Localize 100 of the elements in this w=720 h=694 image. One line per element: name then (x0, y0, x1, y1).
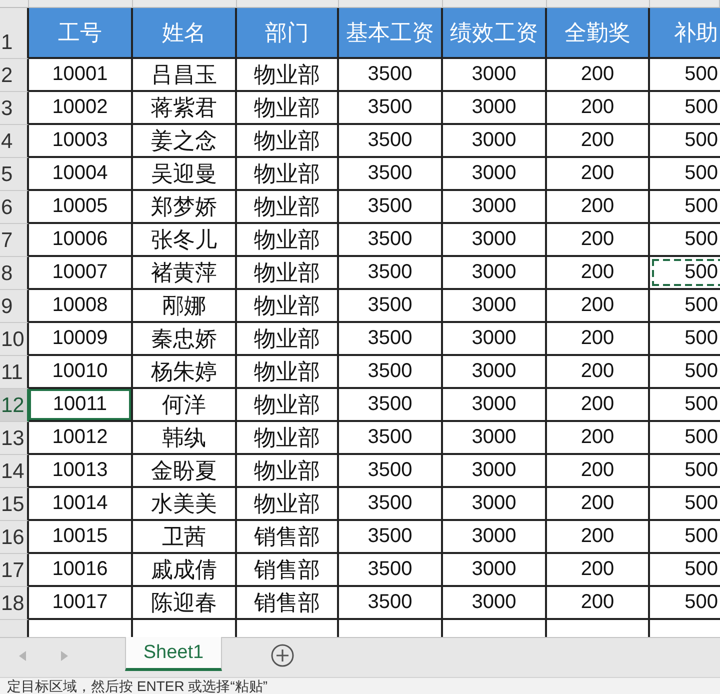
column-header: 姓名 (133, 8, 237, 59)
table-cell: 10004 (29, 158, 133, 191)
table-cell: 物业部 (237, 389, 339, 422)
table-cell: 10007 (29, 257, 133, 290)
table-cell: 500 (650, 257, 720, 290)
row-number: 12 (0, 389, 29, 422)
table-cell: 10010 (29, 356, 133, 389)
table-cell: 200 (547, 323, 650, 356)
table-cell: 蒋紫君 (133, 92, 237, 125)
row-number: 1 (0, 8, 29, 59)
table-cell: 物业部 (237, 158, 339, 191)
table-cell: 200 (547, 356, 650, 389)
table-cell: 3500 (339, 323, 443, 356)
table-cell: 吕昌玉 (133, 59, 237, 92)
table-cell: 10014 (29, 488, 133, 521)
table-cell: 物业部 (237, 323, 339, 356)
row-number: 15 (0, 488, 29, 521)
table-cell: 物业部 (237, 257, 339, 290)
table-cell: 邴娜 (133, 290, 237, 323)
table-cell: 3000 (443, 59, 547, 92)
table-cell: 3000 (443, 191, 547, 224)
table-cell: 3500 (339, 488, 443, 521)
table-cell: 3500 (339, 257, 443, 290)
table-cell: 200 (547, 257, 650, 290)
table-cell: 3000 (443, 554, 547, 587)
row-number: 13 (0, 422, 29, 455)
table-cell: 郑梦娇 (133, 191, 237, 224)
table-cell: 3000 (443, 224, 547, 257)
table-cell: 姜之念 (133, 125, 237, 158)
scroll-left-icon[interactable] (19, 651, 27, 661)
row-number: 7 (0, 224, 29, 257)
table-cell: 卫茜 (133, 521, 237, 554)
table-cell: 吴迎曼 (133, 158, 237, 191)
table-cell: 3000 (443, 587, 547, 620)
table-cell: 10009 (29, 323, 133, 356)
table-cell: 秦忠娇 (133, 323, 237, 356)
table-cell: 3500 (339, 92, 443, 125)
table-cell: 3000 (443, 488, 547, 521)
table-cell: 3500 (339, 554, 443, 587)
table-cell: 韩纨 (133, 422, 237, 455)
table-cell: 3500 (339, 191, 443, 224)
table-cell: 3000 (443, 455, 547, 488)
table-cell: 销售部 (237, 521, 339, 554)
column-header: 工号 (29, 8, 133, 59)
table-cell: 物业部 (237, 356, 339, 389)
table-cell: 200 (547, 422, 650, 455)
table-cell: 10011 (29, 389, 133, 422)
table-cell: 200 (547, 125, 650, 158)
table-cell: 10002 (29, 92, 133, 125)
table-cell: 3000 (443, 92, 547, 125)
table-cell: 3500 (339, 587, 443, 620)
table-cell: 褚黄萍 (133, 257, 237, 290)
table-cell: 3500 (339, 59, 443, 92)
table-cell: 10001 (29, 59, 133, 92)
row-number: 11 (0, 356, 29, 389)
table-cell: 3000 (443, 323, 547, 356)
table-cell: 3000 (443, 290, 547, 323)
table-cell: 200 (547, 59, 650, 92)
row-number: 3 (0, 92, 29, 125)
table-cell: 3000 (443, 389, 547, 422)
table-cell: 3500 (339, 422, 443, 455)
row-number: 2 (0, 59, 29, 92)
table-cell: 水美美 (133, 488, 237, 521)
table-cell: 销售部 (237, 554, 339, 587)
column-header: 基本工资 (339, 8, 443, 59)
table-cell: 10005 (29, 191, 133, 224)
row-number: 18 (0, 587, 29, 620)
table-cell: 200 (547, 158, 650, 191)
table-cell: 物业部 (237, 59, 339, 92)
table-cell: 物业部 (237, 290, 339, 323)
column-header: 绩效工资 (443, 8, 547, 59)
table-cell: 200 (547, 224, 650, 257)
column-header: 部门 (237, 8, 339, 59)
sheet-tab[interactable]: Sheet1 (125, 637, 222, 671)
table-cell: 200 (547, 290, 650, 323)
table-cell: 200 (547, 488, 650, 521)
table-cell: 物业部 (237, 92, 339, 125)
table-cell: 200 (547, 554, 650, 587)
table-cell: 200 (547, 389, 650, 422)
add-icon[interactable] (271, 644, 294, 667)
column-header: 补助 (650, 8, 720, 59)
table-cell: 10013 (29, 455, 133, 488)
table-cell: 物业部 (237, 422, 339, 455)
table-cell: 物业部 (237, 191, 339, 224)
table-cell: 物业部 (237, 455, 339, 488)
table-cell: 3500 (339, 125, 443, 158)
table-cell: 3000 (443, 422, 547, 455)
table-cell: 200 (547, 92, 650, 125)
row-number: 14 (0, 455, 29, 488)
table-cell: 200 (547, 191, 650, 224)
table-cell: 200 (547, 455, 650, 488)
table-cell: 物业部 (237, 224, 339, 257)
table-cell: 3500 (339, 521, 443, 554)
table-cell: 金盼夏 (133, 455, 237, 488)
table-cell: 3500 (339, 389, 443, 422)
table-cell: 3500 (339, 224, 443, 257)
row-number: 9 (0, 290, 29, 323)
row-number: 17 (0, 554, 29, 587)
table-cell: 何洋 (133, 389, 237, 422)
scroll-right-icon[interactable] (60, 651, 68, 661)
